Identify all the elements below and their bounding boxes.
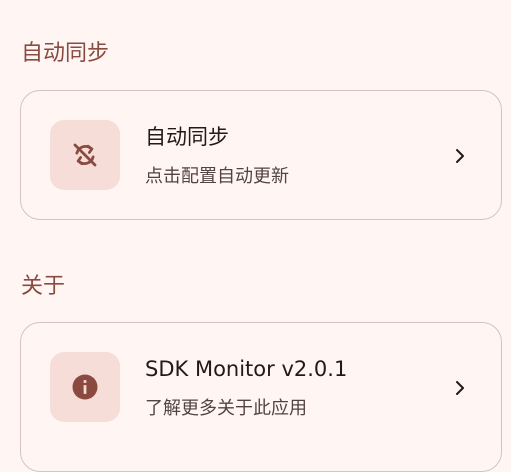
section-header-about: 关于 — [21, 274, 66, 299]
about-card[interactable]: SDK Monitor v2.0.1 了解更多关于此应用 — [20, 322, 502, 472]
about-icon-container — [50, 352, 120, 422]
auto-sync-title: 自动同步 — [145, 125, 229, 149]
auto-sync-card[interactable]: 自动同步 点击配置自动更新 — [20, 90, 502, 220]
sync-disabled-icon — [73, 143, 97, 167]
info-icon — [72, 374, 98, 400]
section-header-auto-sync: 自动同步 — [21, 41, 110, 66]
about-title: SDK Monitor v2.0.1 — [145, 357, 348, 381]
chevron-right-icon — [456, 149, 464, 163]
auto-sync-icon-container — [50, 120, 120, 190]
auto-sync-subtitle: 点击配置自动更新 — [145, 166, 289, 187]
about-subtitle: 了解更多关于此应用 — [145, 398, 307, 419]
chevron-right-icon — [456, 381, 464, 395]
